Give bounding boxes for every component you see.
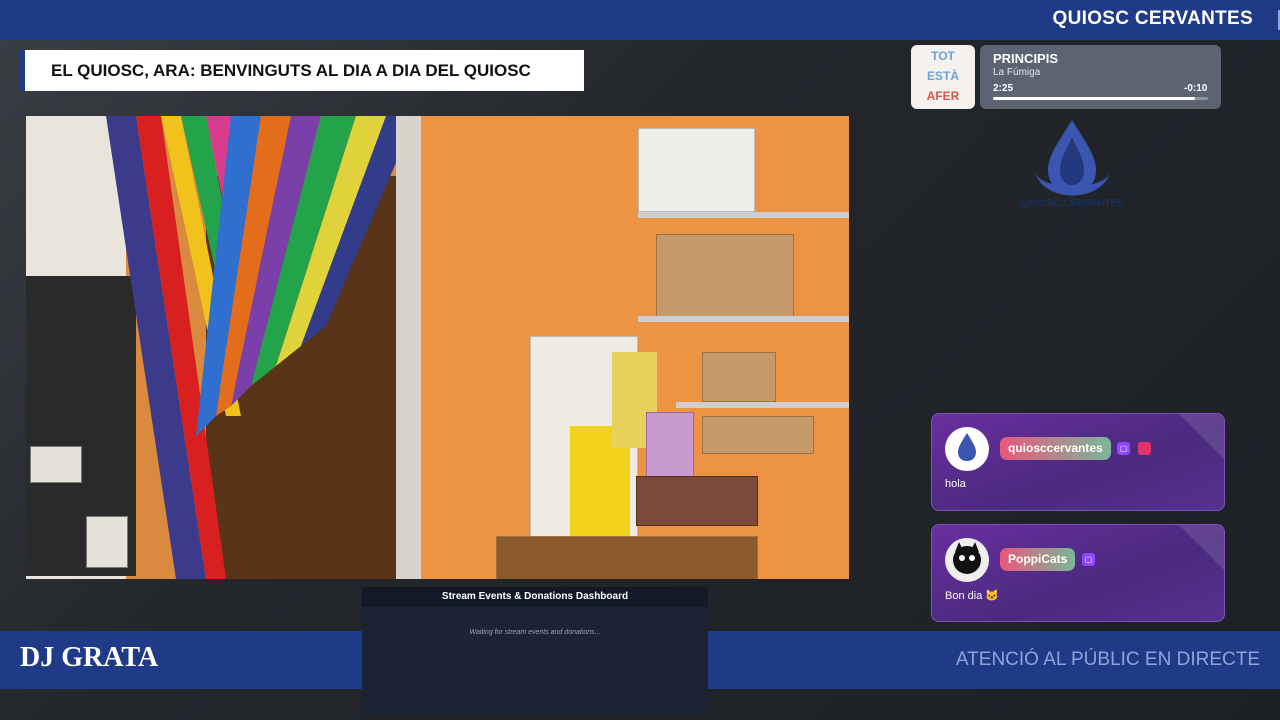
nacex-box (638, 128, 755, 212)
song-artist: La Fúmiga (993, 67, 1041, 78)
footer-tagline: ATENCIÓ AL PÚBLIC EN DIRECTE (955, 649, 1260, 670)
magazine (646, 412, 694, 484)
twitch-badge-icon: ▢ (1117, 442, 1130, 455)
album-art-text: TOT (931, 49, 955, 63)
logo-text: QUIOSC CERVANTES (1021, 198, 1124, 209)
striped-curtain (106, 116, 416, 579)
album-art: TOT ESTÀ AFER (911, 45, 975, 109)
channel-title: QUIOSC CERVANTES (1052, 8, 1253, 29)
chat-message: quiosccervantes ▢ hola (931, 413, 1225, 511)
shelf (638, 316, 849, 322)
shelf (676, 402, 849, 408)
remaining-time: -0:10 (1184, 83, 1208, 94)
cat-skull-icon (953, 542, 981, 574)
album-art-text: ESTÀ (926, 69, 959, 83)
cardboard-box (702, 416, 814, 454)
twitch-badge-icon: ▢ (1082, 553, 1095, 566)
headline-banner: EL QUIOSC, ARA: BENVINGUTS AL DIA A DIA … (20, 50, 584, 91)
chat-corner-decoration (1179, 414, 1224, 459)
door-frame (396, 116, 421, 579)
dj-name: DJ GRATA (20, 642, 159, 673)
chat-corner-decoration (1179, 525, 1224, 570)
magazine-stack (636, 476, 758, 526)
cardboard-box (702, 352, 776, 402)
dashboard-status: Waiting for stream events and donations.… (469, 629, 601, 636)
events-dashboard: Stream Events & Donations Dashboard Wait… (362, 587, 708, 715)
chat-username[interactable]: quiosccervantes (1000, 437, 1111, 460)
album-art-text: AFER (926, 89, 960, 103)
dashboard-title: Stream Events & Donations Dashboard (362, 587, 708, 607)
headline-text: EL QUIOSC, ARA: BENVINGUTS AL DIA A DIA … (51, 61, 531, 80)
chat-message-text: Bon dia 🐱 (945, 590, 1000, 602)
chat-message: PoppiCats ▢ Bon dia 🐱 (931, 524, 1225, 622)
top-bar: QUIOSC CERVANTES (0, 0, 1280, 40)
song-progress-fill (993, 97, 1196, 100)
shelf (638, 212, 849, 218)
quiosc-logo-icon (958, 433, 976, 461)
cat-skull-avatar (945, 538, 989, 582)
song-title: PRINCIPIS (993, 51, 1059, 66)
chat-message-text: hola (945, 478, 966, 490)
elapsed-time: 2:25 (993, 83, 1014, 94)
cardboard-box (656, 234, 794, 322)
quiosc-logo-avatar (945, 427, 989, 471)
chat-username[interactable]: PoppiCats (1000, 548, 1076, 571)
camera-badge-icon (1138, 442, 1151, 455)
camera-feed (26, 116, 849, 579)
song-progress-bar (993, 97, 1208, 100)
counter (496, 536, 758, 579)
